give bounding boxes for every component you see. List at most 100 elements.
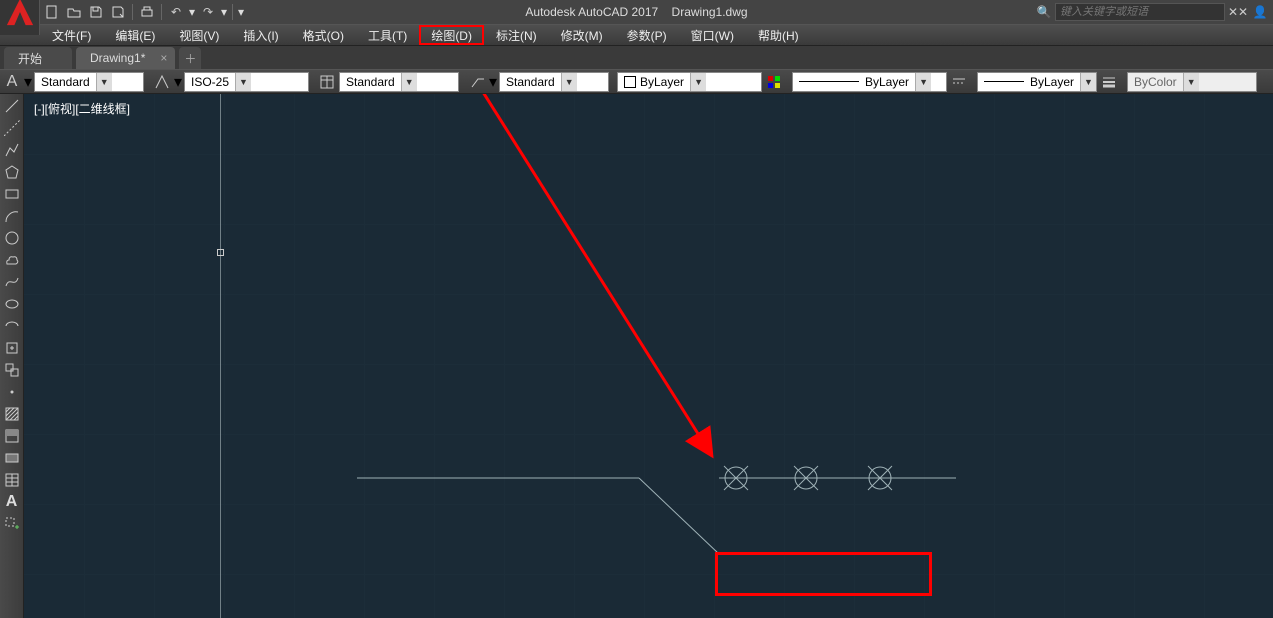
gradient-icon[interactable]: [2, 426, 22, 446]
new-icon[interactable]: [42, 2, 62, 22]
point-icon[interactable]: [2, 382, 22, 402]
chevron-down-icon: ▼: [96, 73, 112, 91]
chevron-down-icon: ▼: [915, 73, 931, 91]
window-title: Autodesk AutoCAD 2017 Drawing1.dwg: [525, 5, 747, 19]
lineweight-button-icon[interactable]: [1099, 72, 1119, 92]
chevron-down-icon: ▼: [235, 73, 251, 91]
tab-start-label: 开始: [18, 50, 42, 67]
lineweight-dropdown[interactable]: ByLayer▼: [977, 72, 1097, 92]
chevron-down-icon: ▼: [690, 73, 706, 91]
app-menu-button[interactable]: [0, 0, 40, 35]
saveas-icon[interactable]: [108, 2, 128, 22]
signin-icon[interactable]: 👤: [1251, 3, 1269, 21]
search-input[interactable]: [1055, 3, 1225, 21]
ellipse-arc-icon[interactable]: [2, 316, 22, 336]
textstyle-icon[interactable]: A: [2, 72, 22, 92]
region-icon[interactable]: [2, 448, 22, 468]
layercolor-button-icon[interactable]: [764, 72, 784, 92]
ellipse-icon[interactable]: [2, 294, 22, 314]
color-swatch-icon: [624, 76, 636, 88]
hatch-icon[interactable]: [2, 404, 22, 424]
qat-customize-dropdown-icon[interactable]: ▾: [237, 5, 245, 19]
lineweight-preview-icon: [984, 81, 1024, 82]
textstyle-dropdown[interactable]: Standard▼: [34, 72, 144, 92]
chevron-down-icon: ▼: [561, 73, 577, 91]
redo-dropdown-icon[interactable]: ▾: [220, 5, 228, 19]
menu-view[interactable]: 视图(V): [167, 25, 231, 45]
lineweight-value: ByLayer: [978, 73, 1080, 91]
textstyle-flyout-icon[interactable]: ▾: [24, 72, 32, 92]
dimstyle-icon[interactable]: [152, 72, 172, 92]
mleaderstyle-flyout-icon[interactable]: ▾: [489, 72, 497, 92]
search-icon: 🔍: [1037, 5, 1051, 19]
menu-param[interactable]: 参数(P): [615, 25, 679, 45]
tab-drawing1[interactable]: Drawing1* ×: [76, 47, 175, 69]
new-tab-button[interactable]: ＋: [179, 47, 201, 69]
linetype-value: ByLayer: [793, 73, 915, 91]
chevron-down-icon: ▼: [401, 73, 417, 91]
construction-line-icon[interactable]: [2, 118, 22, 138]
menu-draw[interactable]: 绘图(D): [419, 25, 484, 45]
menu-modify[interactable]: 修改(M): [549, 25, 615, 45]
circle-icon[interactable]: [2, 228, 22, 248]
arc-icon[interactable]: [2, 206, 22, 226]
tablestyle-dropdown[interactable]: Standard▼: [339, 72, 459, 92]
line-icon[interactable]: [2, 96, 22, 116]
make-block-icon[interactable]: [2, 360, 22, 380]
polyline-icon[interactable]: [2, 140, 22, 160]
title-bar: ↶ ▾ ↷ ▾ ▾ Autodesk AutoCAD 2017 Drawing1…: [0, 0, 1273, 24]
linetype-button-icon[interactable]: [949, 72, 969, 92]
layercolor-value: ByLayer: [618, 73, 690, 91]
main-area: A [-][俯视][二维线框]: [0, 94, 1273, 618]
app-name: Autodesk AutoCAD 2017: [525, 5, 658, 19]
dimstyle-dropdown[interactable]: ISO-25▼: [184, 72, 309, 92]
menu-format[interactable]: 格式(O): [291, 25, 356, 45]
document-tabs: 开始 Drawing1* × ＋: [0, 46, 1273, 70]
styles-toolbar: A ▾ Standard▼ ▾ ISO-25▼ Standard▼ ▾ Stan…: [0, 70, 1273, 94]
addselected-icon[interactable]: [2, 514, 22, 534]
undo-icon[interactable]: ↶: [166, 2, 186, 22]
menu-edit[interactable]: 编辑(E): [103, 25, 167, 45]
mleaderstyle-icon[interactable]: [467, 72, 487, 92]
save-icon[interactable]: [86, 2, 106, 22]
undo-dropdown-icon[interactable]: ▾: [188, 5, 196, 19]
menu-bar: 文件(F) 编辑(E) 视图(V) 插入(I) 格式(O) 工具(T) 绘图(D…: [0, 24, 1273, 46]
insert-block-icon[interactable]: [2, 338, 22, 358]
mleaderstyle-dropdown[interactable]: Standard▼: [499, 72, 609, 92]
close-icon[interactable]: ×: [160, 51, 167, 65]
menu-tools[interactable]: 工具(T): [356, 25, 419, 45]
menu-insert[interactable]: 插入(I): [231, 25, 290, 45]
mtext-icon[interactable]: A: [2, 492, 22, 512]
file-name: Drawing1.dwg: [672, 5, 748, 19]
tab-start[interactable]: 开始: [4, 47, 72, 69]
dimstyle-flyout-icon[interactable]: ▾: [174, 72, 182, 92]
table-icon[interactable]: [2, 470, 22, 490]
infocenter-icon[interactable]: ✕✕: [1229, 3, 1247, 21]
drawing-canvas[interactable]: [-][俯视][二维线框]: [24, 94, 1273, 618]
annotation-highlight-target: [715, 552, 932, 596]
tablestyle-value: Standard: [340, 73, 401, 91]
plotstyle-dropdown[interactable]: ByColor▼: [1127, 72, 1257, 92]
redo-icon[interactable]: ↷: [198, 2, 218, 22]
quick-access-toolbar: ↶ ▾ ↷ ▾ ▾: [40, 0, 245, 24]
plot-icon[interactable]: [137, 2, 157, 22]
menu-help[interactable]: 帮助(H): [746, 25, 811, 45]
revcloud-icon[interactable]: [2, 250, 22, 270]
linetype-dropdown[interactable]: ByLayer▼: [792, 72, 947, 92]
draw-toolbar: A: [0, 94, 24, 618]
spline-icon[interactable]: [2, 272, 22, 292]
drawing-svg: [24, 94, 1273, 618]
tab-drawing1-label: Drawing1*: [90, 51, 145, 65]
rectangle-icon[interactable]: [2, 184, 22, 204]
polygon-icon[interactable]: [2, 162, 22, 182]
menu-dimension[interactable]: 标注(N): [484, 25, 549, 45]
textstyle-value: Standard: [35, 73, 96, 91]
open-icon[interactable]: [64, 2, 84, 22]
menu-file[interactable]: 文件(F): [40, 25, 103, 45]
menu-window[interactable]: 窗口(W): [679, 25, 746, 45]
plotstyle-value: ByColor: [1128, 73, 1183, 91]
mleaderstyle-value: Standard: [500, 73, 561, 91]
tablestyle-icon[interactable]: [317, 72, 337, 92]
layercolor-dropdown[interactable]: ByLayer▼: [617, 72, 762, 92]
chevron-down-icon: ▼: [1183, 73, 1199, 91]
